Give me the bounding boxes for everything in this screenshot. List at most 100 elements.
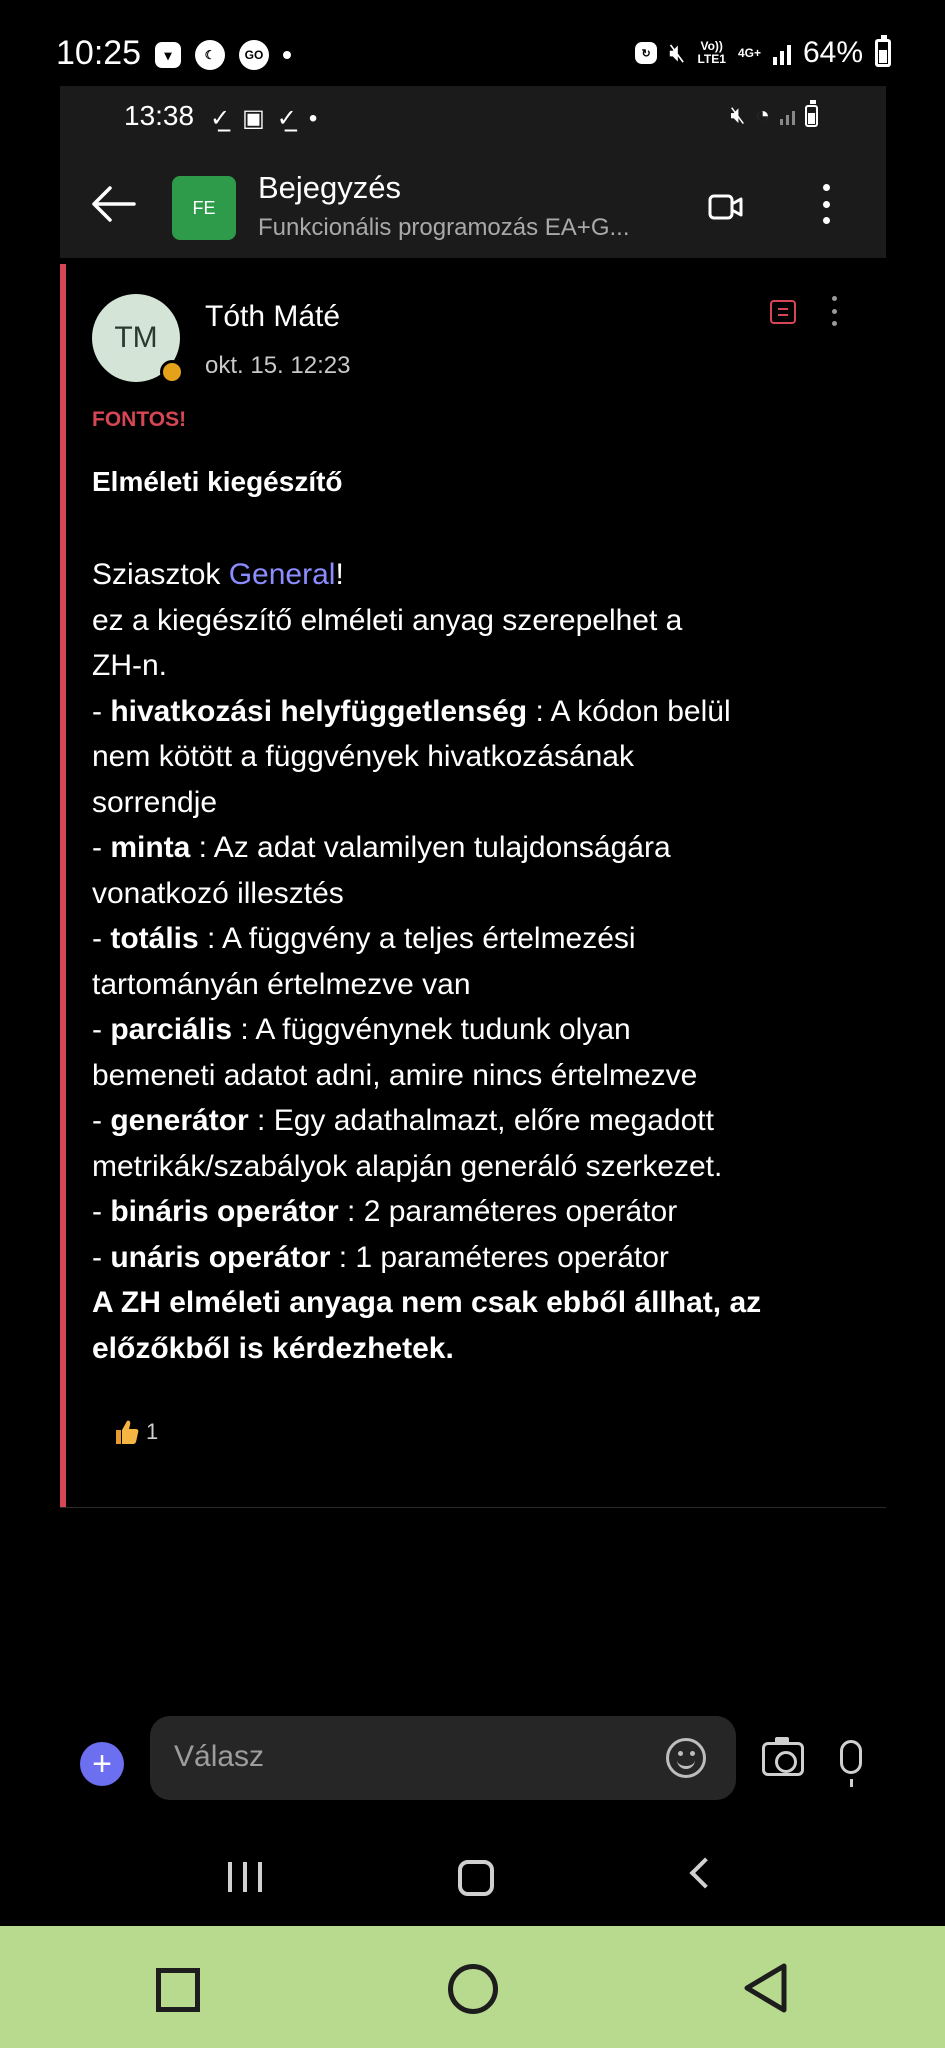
page-title: Bejegyzés bbox=[258, 170, 402, 205]
download-done-icon-2: ✓̲ bbox=[276, 105, 297, 132]
mute-icon: 🔇︎ bbox=[730, 102, 746, 129]
closing-text: A ZH elméleti anyaga nem csak ebből állh… bbox=[92, 1286, 762, 1319]
definition-term: generátor bbox=[110, 1104, 249, 1137]
nfc-icon: ↻ bbox=[635, 42, 658, 64]
inner-back-button[interactable] bbox=[689, 1857, 721, 1889]
definition-term: unáris operátor bbox=[110, 1240, 331, 1274]
definition-text: : A függvénynek tudunk olyan bbox=[232, 1013, 631, 1046]
app-bar: FE Bejegyzés Funkcionális programozás EA… bbox=[60, 146, 886, 258]
body-line: ez a kiegészítő elméleti anyag szerepelh… bbox=[92, 603, 683, 637]
definition-term: hivatkozási helyfüggetlenség bbox=[110, 694, 528, 728]
go-notification-icon: GO bbox=[239, 40, 269, 70]
greeting-line: Sziasztok General! bbox=[92, 552, 872, 598]
reaction-like[interactable]: 1 bbox=[114, 1418, 158, 1446]
back-arrow-icon[interactable] bbox=[90, 184, 136, 224]
download-done-icon: ✓̲ bbox=[210, 105, 231, 132]
bullet: - bbox=[92, 1104, 111, 1137]
signal-icon bbox=[772, 41, 791, 65]
closing-line: előzőkből is kérdezhetek. bbox=[92, 1326, 872, 1372]
definition-line: - minta : Az adat valamilyen tulajdonság… bbox=[92, 825, 872, 871]
more-notifications-dot: • bbox=[308, 104, 318, 132]
battery-icon bbox=[875, 35, 891, 67]
definition-text: : A kódon belül bbox=[527, 694, 731, 728]
post-more-icon[interactable] bbox=[830, 296, 838, 326]
mention-link[interactable]: General bbox=[229, 558, 336, 591]
inner-recents-button[interactable] bbox=[228, 1862, 262, 1894]
body-line: tartományán értelmezve van bbox=[92, 967, 471, 1001]
battery-percent: 64% bbox=[802, 36, 863, 69]
body-line: bemeneti adatot adni, amire nincs értelm… bbox=[92, 1058, 698, 1092]
outer-notification-icons: ▾ ☾ GO bbox=[155, 40, 291, 70]
network-type-label: 4G+ bbox=[737, 45, 761, 60]
team-avatar: FE bbox=[172, 176, 236, 240]
definition-text: : 1 paraméteres operátor bbox=[330, 1240, 669, 1274]
importance-accent-bar bbox=[60, 264, 66, 1507]
definition-term: parciális bbox=[110, 1013, 233, 1046]
definition-term: bináris operátor bbox=[110, 1195, 339, 1228]
app-notification-icon-2: ☾ bbox=[195, 40, 225, 70]
body-line: sorrendje bbox=[92, 785, 218, 819]
definition-text: : Az adat valamilyen tulajdonságára bbox=[190, 831, 671, 864]
more-notifications-dot bbox=[283, 51, 291, 59]
presence-away-icon bbox=[160, 360, 184, 384]
emoji-icon[interactable] bbox=[666, 1738, 706, 1778]
body-line: metrikák/szabályok alapján generáló szer… bbox=[92, 1149, 723, 1183]
post-body: Sziasztok General! ez a kiegészítő elmél… bbox=[92, 552, 872, 1371]
definition-line: - bináris operátor : 2 paraméteres operá… bbox=[92, 1189, 872, 1235]
channel-name: Funkcionális programozás EA+G... bbox=[258, 214, 630, 241]
bullet: - bbox=[92, 1240, 111, 1274]
mute-icon: 🔇︎ bbox=[669, 37, 686, 67]
outer-status-bar: 10:25 ▾ ☾ GO ↻ 🔇︎ Vo)) LTE1 4G+ 64% bbox=[0, 0, 945, 88]
definition-text: : 2 paraméteres operátor bbox=[338, 1195, 678, 1228]
inner-screenshot: 13:38 ✓̲ ▣ ✓̲ • 🔇︎ ◔ FE Bejegyzés Funkci… bbox=[60, 86, 886, 1516]
wifi-icon: ◔ bbox=[755, 102, 771, 129]
outer-clock: 10:25 bbox=[56, 34, 142, 72]
plus-icon[interactable]: + bbox=[80, 1742, 124, 1786]
bullet: - bbox=[92, 1013, 111, 1046]
inner-clock: 13:38 bbox=[124, 100, 195, 131]
meet-now-icon[interactable] bbox=[708, 190, 744, 222]
post-timestamp: okt. 15. 12:23 bbox=[205, 352, 351, 379]
body-line: vonatkozó illesztés bbox=[92, 876, 344, 910]
definition-text: : Egy adathalmazt, előre megadott bbox=[248, 1104, 714, 1137]
reaction-count: 1 bbox=[146, 1419, 159, 1444]
volte-icon: Vo)) LTE1 bbox=[697, 39, 726, 66]
bullet: - bbox=[92, 922, 111, 955]
greeting-end: ! bbox=[335, 558, 344, 591]
post-divider bbox=[60, 1507, 886, 1508]
app-notification-icon: ▾ bbox=[155, 42, 181, 68]
camera-icon[interactable] bbox=[762, 1737, 804, 1776]
definition-line: - hivatkozási helyfüggetlenség : A kódon… bbox=[92, 689, 872, 735]
bullet: - bbox=[92, 831, 111, 864]
battery-icon bbox=[805, 100, 818, 127]
bullet: - bbox=[92, 1195, 111, 1228]
author-name[interactable]: Tóth Máté bbox=[205, 300, 340, 334]
post-title: Elméleti kiegészítő bbox=[92, 466, 343, 497]
reply-input[interactable]: Válasz bbox=[150, 1716, 736, 1800]
definition-term: totális bbox=[110, 922, 199, 955]
closing-line: A ZH elméleti anyaga nem csak ebből állh… bbox=[92, 1280, 872, 1326]
body-line: nem kötött a függvények hivatkozásának bbox=[92, 740, 634, 773]
definition-term: minta bbox=[110, 831, 191, 864]
outer-recents-button[interactable] bbox=[156, 1968, 200, 2012]
inner-notification-icons: ✓̲ ▣ ✓̲ • bbox=[210, 104, 317, 133]
definition-line: - unáris operátor : 1 paraméteres operát… bbox=[92, 1235, 872, 1281]
more-vertical-icon[interactable] bbox=[820, 184, 832, 224]
inner-status-bar: 13:38 ✓̲ ▣ ✓̲ • 🔇︎ ◔ bbox=[60, 86, 886, 146]
closing-text: előzőkből is kérdezhetek. bbox=[92, 1331, 454, 1365]
definition-line: - parciális : A függvénynek tudunk olyan bbox=[92, 1007, 872, 1053]
flag-icon[interactable] bbox=[770, 300, 796, 324]
body-line: ZH-n. bbox=[92, 649, 167, 682]
post-card: TM Tóth Máté okt. 15. 12:23 FONTOS! Elmé… bbox=[60, 264, 886, 1508]
definition-line: - generátor : Egy adathalmazt, előre meg… bbox=[92, 1098, 872, 1144]
bullet: - bbox=[92, 694, 111, 728]
outer-home-button[interactable] bbox=[448, 1964, 498, 2014]
microphone-icon[interactable] bbox=[840, 1740, 862, 1787]
definition-text: : A függvény a teljes értelmezési bbox=[198, 922, 636, 955]
outer-back-button[interactable] bbox=[742, 1962, 788, 2014]
inner-home-button[interactable] bbox=[458, 1860, 494, 1896]
greeting-text: Sziasztok bbox=[92, 558, 229, 591]
inner-system-icons: 🔇︎ ◔ bbox=[730, 100, 818, 130]
app-notification-icon: ▣ bbox=[242, 105, 265, 132]
outer-system-icons: ↻ 🔇︎ Vo)) LTE1 4G+ 64% bbox=[635, 35, 891, 70]
